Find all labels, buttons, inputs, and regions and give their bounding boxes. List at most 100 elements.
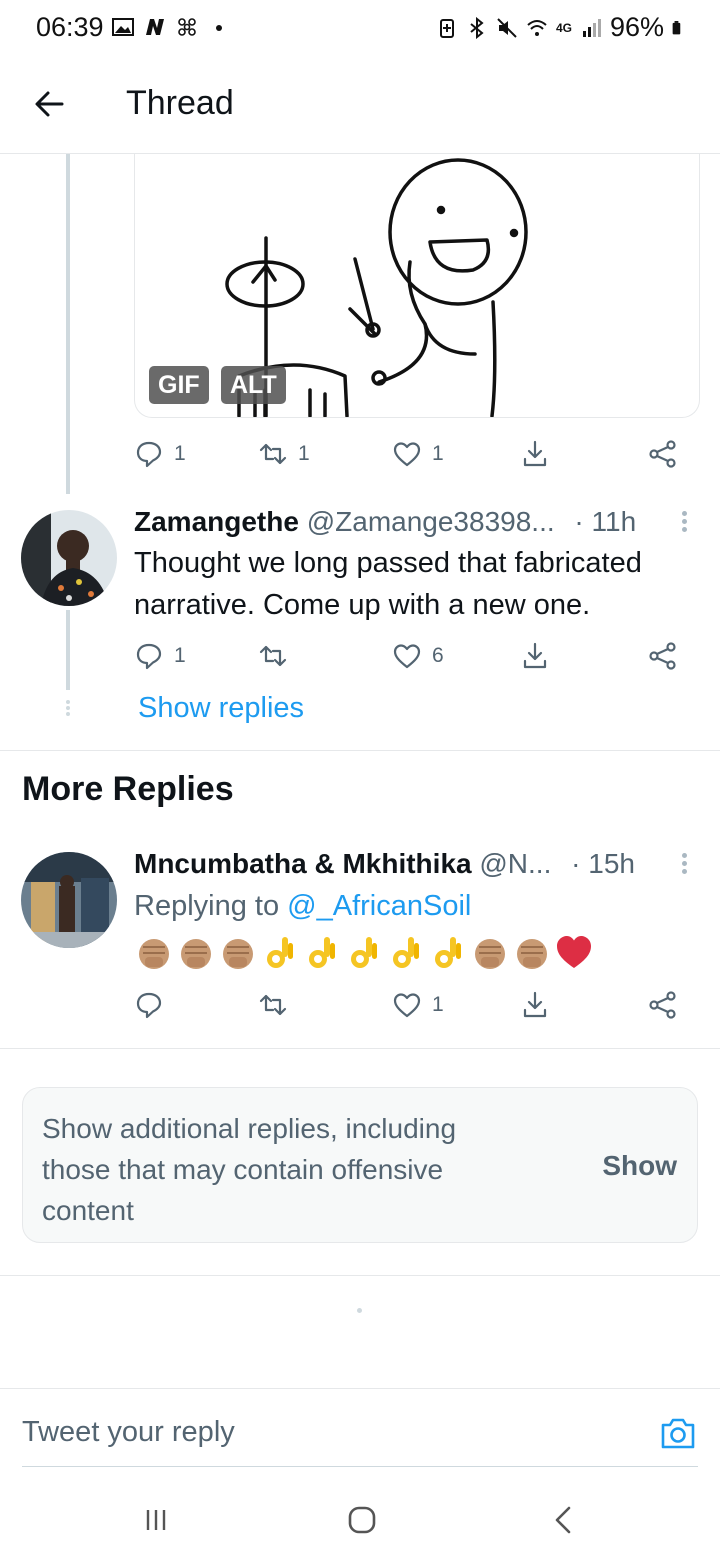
tweet-text: Thought we long passed that fabricated n…	[134, 547, 642, 621]
retweet-button[interactable]: 1	[258, 434, 310, 474]
avatar-image	[21, 852, 117, 948]
gif-badge: GIF	[149, 366, 209, 404]
share-button[interactable]	[648, 985, 678, 1025]
replying-to-prefix: Replying to	[134, 890, 288, 922]
author-name[interactable]: Mncumbatha & Mkhithika	[134, 848, 472, 879]
battery-icon	[672, 20, 681, 34]
ok-emoji-icon	[344, 933, 384, 973]
author-name[interactable]: Zamangethe	[134, 506, 299, 537]
divider	[0, 1048, 720, 1049]
retweet-count: 1	[298, 442, 310, 465]
reply-icon	[136, 992, 162, 1019]
heart-icon	[393, 442, 421, 467]
camera-icon[interactable]	[658, 1413, 698, 1453]
reply-composer	[0, 1388, 720, 1468]
divider	[0, 1275, 720, 1276]
like-button[interactable]: 1	[392, 985, 444, 1025]
status-right-icons: 4G 96%	[436, 12, 686, 43]
share-icon	[649, 991, 676, 1019]
fist-emoji-icon	[470, 933, 510, 973]
avatar[interactable]	[21, 852, 117, 948]
tweet-header: Mncumbatha & Mkhithika @N... · 15h	[134, 848, 635, 880]
share-button[interactable]	[648, 434, 678, 474]
bluetooth-icon	[470, 16, 484, 39]
battery-percent: 96%	[609, 12, 664, 42]
gallery-icon	[112, 18, 134, 36]
reply-icon	[136, 643, 162, 670]
thread-line	[66, 610, 70, 690]
heart-emoji-icon	[554, 933, 594, 973]
like-count: 1	[432, 442, 444, 465]
reply-button[interactable]: 1	[134, 434, 186, 474]
fan-icon	[178, 18, 196, 36]
additional-replies-text: Show additional replies, including those…	[42, 1113, 457, 1226]
tweet-actions: 1 1 1	[134, 434, 684, 474]
replying-to: Replying to @_AfricanSoil	[134, 890, 471, 923]
retweet-icon	[259, 645, 287, 667]
tweet-actions: 1	[134, 985, 684, 1025]
gif-media[interactable]: GIF ALT	[134, 154, 700, 418]
back-icon[interactable]	[544, 1500, 584, 1540]
reply-count: 1	[174, 442, 186, 465]
fist-emoji-icon	[176, 933, 216, 973]
tweet-time: · 11h	[574, 506, 637, 537]
reply-button[interactable]: 1	[134, 636, 186, 676]
status-left-icons	[112, 16, 230, 38]
mute-icon	[497, 17, 517, 38]
retweet-button[interactable]	[258, 985, 298, 1025]
ok-emoji-icon	[302, 933, 342, 973]
system-nav-bar	[0, 1480, 720, 1560]
status-time: 06:39	[36, 12, 104, 42]
recents-icon[interactable]	[136, 1500, 176, 1540]
share-button[interactable]	[648, 636, 678, 676]
ok-emoji-icon	[260, 933, 300, 973]
heart-icon	[393, 644, 421, 669]
battery-saver-icon	[439, 18, 454, 38]
dot-icon	[216, 25, 222, 31]
like-button[interactable]: 1	[392, 434, 444, 474]
heart-icon	[393, 993, 421, 1018]
author-handle[interactable]: @Zamange38398...	[307, 506, 555, 537]
like-count: 6	[432, 644, 444, 667]
reply-icon	[136, 441, 162, 468]
retweet-icon	[259, 994, 287, 1016]
reply-input[interactable]	[22, 1409, 622, 1455]
like-button[interactable]: 6	[392, 636, 444, 676]
author-handle[interactable]: @N...	[479, 848, 551, 879]
tweet-emoji-text	[134, 933, 594, 973]
signal-icon	[582, 18, 601, 37]
fist-emoji-icon	[218, 933, 258, 973]
save-button[interactable]	[520, 985, 550, 1025]
wifi-icon	[527, 19, 547, 36]
avatar[interactable]	[21, 510, 117, 606]
loading-indicator	[357, 1308, 362, 1313]
mention-link[interactable]: @_AfricanSoil	[287, 890, 471, 922]
avatar-image	[21, 510, 117, 606]
additional-replies-card: Show additional replies, including those…	[22, 1087, 698, 1243]
download-icon	[523, 642, 547, 669]
show-replies-link[interactable]: Show replies	[138, 692, 304, 725]
share-icon	[649, 440, 676, 468]
section-title: More Replies	[22, 770, 234, 808]
reply-button[interactable]	[134, 985, 174, 1025]
save-button[interactable]	[520, 636, 550, 676]
retweet-button[interactable]	[258, 636, 298, 676]
ok-emoji-icon	[428, 933, 468, 973]
arrow-left-icon[interactable]	[30, 84, 70, 124]
tweet-actions: 1 6	[134, 636, 684, 676]
download-icon	[523, 991, 547, 1018]
more-options-icon[interactable]	[678, 850, 690, 880]
save-button[interactable]	[520, 434, 550, 474]
more-options-icon[interactable]	[678, 508, 690, 538]
home-icon[interactable]	[342, 1500, 382, 1540]
alt-badge[interactable]: ALT	[221, 366, 286, 404]
show-additional-button[interactable]: Show	[602, 1150, 677, 1182]
tweet-header: Zamangethe @Zamange38398... · 11h	[134, 506, 636, 538]
tweet-time: · 15h	[571, 848, 635, 879]
reply-count: 1	[174, 644, 186, 667]
thread-line	[66, 154, 70, 494]
share-icon	[649, 642, 676, 670]
page-title: Thread	[126, 84, 234, 122]
n-icon	[146, 19, 164, 35]
fist-emoji-icon	[512, 933, 552, 973]
